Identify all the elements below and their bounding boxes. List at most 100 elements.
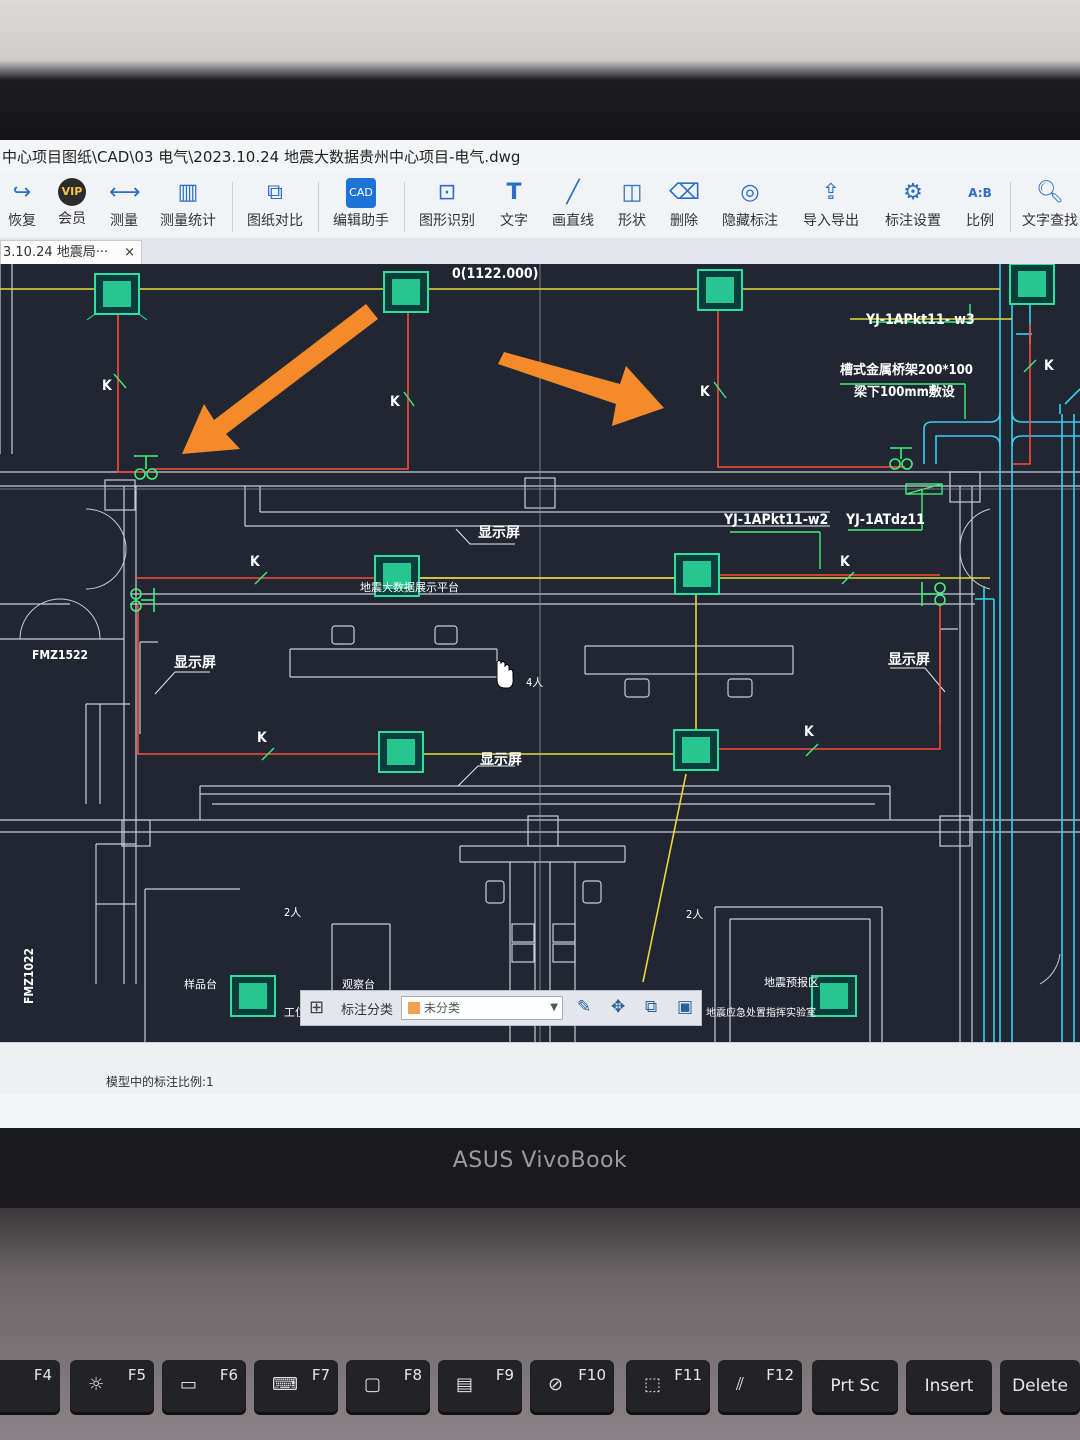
key-f8[interactable]: ▢ F8 xyxy=(346,1360,430,1412)
room-label: 样品台 xyxy=(184,978,217,991)
display-icon: ▭ xyxy=(180,1374,198,1395)
hand-cursor xyxy=(496,660,514,689)
shape-recognize-button[interactable]: ⊡ 图形识别 xyxy=(416,178,478,230)
compare-button[interactable]: ⧉ 图纸对比 xyxy=(244,178,306,230)
shape-icon: ◫ xyxy=(621,180,643,205)
redo-icon: ↪ xyxy=(12,180,32,205)
keyboard-light-icon: ⌨ xyxy=(272,1374,298,1395)
measure-button[interactable]: ⟷ 测量 xyxy=(104,178,144,230)
compare-icon: ⧉ xyxy=(267,180,283,205)
annotation-scale-status: 模型中的标注比例:1 xyxy=(106,1075,214,1089)
key-f4[interactable]: F4 xyxy=(0,1360,60,1412)
display-label: 显示屏 xyxy=(478,525,520,541)
document-tab-bar: 3.10.24 地震局··· × xyxy=(0,238,1080,264)
key-f7[interactable]: ⌨ F7 xyxy=(254,1360,338,1412)
junction-sockets xyxy=(130,447,946,612)
leader-lines xyxy=(730,304,971,569)
key-f9[interactable]: ▤ F9 xyxy=(438,1360,522,1412)
switch-label: K xyxy=(804,724,814,740)
move-icon[interactable]: ✥ xyxy=(611,997,625,1017)
switch-label: K xyxy=(390,394,400,410)
copy-icon[interactable]: ⧉ xyxy=(645,997,657,1017)
orange-arrows xyxy=(182,304,664,454)
switch-label: K xyxy=(250,554,260,570)
key-f10[interactable]: ⊘ F10 xyxy=(530,1360,614,1412)
text-button[interactable]: T 文字 xyxy=(494,178,534,230)
annotation-category-label: 标注分类 xyxy=(341,1003,394,1018)
text-search-button[interactable]: 🔍︎ 文字查找 xyxy=(1020,178,1080,230)
grid-icon[interactable]: ⊞ xyxy=(309,997,324,1018)
toolbar-separator xyxy=(232,182,233,232)
display-label: 显示屏 xyxy=(888,652,930,668)
hide-annotation-button[interactable]: ◎ 隐藏标注 xyxy=(718,178,782,230)
laptop-brand-logo: ASUS VivoBook xyxy=(452,1148,628,1173)
key-f5[interactable]: ☼ F5 xyxy=(70,1360,154,1412)
display-label: 显示屏 xyxy=(174,655,216,671)
key-f11[interactable]: ⬚ F11 xyxy=(626,1360,710,1412)
switch-label: K xyxy=(257,730,267,746)
annotation-settings-button[interactable]: ⚙ 标注设置 xyxy=(880,178,946,230)
cable-label: YJ-1APkt11- w3 xyxy=(866,312,975,328)
vip-icon: VIP xyxy=(58,178,86,206)
camera-off-icon: ⊘ xyxy=(548,1374,564,1395)
door-label: FMZ1022 xyxy=(22,948,36,1004)
tray-spec-label: 槽式金属桥架200*100 xyxy=(840,363,973,378)
measure-stats-icon: ▥ xyxy=(177,180,199,205)
toolbar-separator xyxy=(404,182,405,232)
key-f12[interactable]: ⫽ F12 xyxy=(718,1360,802,1412)
vip-button[interactable]: VIP 会员 xyxy=(54,178,90,228)
switch-label: K xyxy=(700,384,710,400)
annotation-settings-icon: ⚙ xyxy=(903,180,923,205)
edit-assistant-button[interactable]: CAD 编辑助手 xyxy=(330,178,392,230)
coordinate-readout: 0(1122.000) xyxy=(452,266,539,282)
annotation-category-bar: ⊞ 标注分类 未分类 ▼ ✎ ✥ ⧉ ▣ xyxy=(300,990,702,1026)
text-icon: T xyxy=(506,180,522,205)
window-title: 中心项目图纸\CAD\03 电气\2023.10.24 地震大数据贵州中心项目-… xyxy=(0,140,1080,174)
cad-application-window: 中心项目图纸\CAD\03 电气\2023.10.24 地震大数据贵州中心项目-… xyxy=(0,140,1080,1130)
close-icon[interactable]: × xyxy=(124,241,135,265)
delete-button[interactable]: ⌫ 删除 xyxy=(664,178,704,230)
key-insert[interactable]: Insert xyxy=(906,1360,992,1412)
screenshot-icon: ⬚ xyxy=(644,1374,662,1395)
status-bar: 模型中的标注比例:1 xyxy=(0,1042,1080,1095)
screen-bottom-edge xyxy=(0,1094,1080,1130)
draw-line-button[interactable]: ╱ 画直线 xyxy=(548,178,598,230)
measure-stats-button[interactable]: ▥ 测量统计 xyxy=(158,178,218,230)
scale-icon: A:B xyxy=(968,186,992,200)
cad-edit-icon: CAD xyxy=(346,178,376,208)
switch-label: K xyxy=(840,554,850,570)
switch-label: K xyxy=(1044,358,1054,374)
key-prtsc[interactable]: Prt Sc xyxy=(812,1360,898,1412)
eraser-icon: ⌫ xyxy=(669,180,701,205)
display-label: 显示屏 xyxy=(480,752,522,768)
text-search-icon: 🔍︎ xyxy=(1036,180,1064,205)
cable-label: YJ-1ATdz11 xyxy=(846,512,925,528)
key-delete[interactable]: Delete xyxy=(1000,1360,1080,1412)
annotation-leaders xyxy=(154,528,946,787)
laptop-bezel-top xyxy=(0,0,1080,140)
redo-button[interactable]: ↪ 恢复 xyxy=(4,178,40,230)
shape-button[interactable]: ◫ 形状 xyxy=(612,178,652,230)
drawing-canvas[interactable]: 0(1122.000) YJ-1APkt11- w3 槽式金属桥架200*100… xyxy=(0,264,1080,1042)
room-label: 地震应急处置指挥实验室 xyxy=(706,1008,816,1019)
tray-install-label: 梁下100mm敷设 xyxy=(854,385,955,400)
projector-icon: ▢ xyxy=(364,1374,382,1395)
import-export-button[interactable]: ⇪ 导入导出 xyxy=(798,178,864,230)
key-f6[interactable]: ▭ F6 xyxy=(162,1360,246,1412)
measure-icon: ⟷ xyxy=(109,180,141,205)
door-label: FMZ1522 xyxy=(32,648,88,662)
hide-icon: ◎ xyxy=(740,180,760,205)
category-color-swatch xyxy=(408,1002,420,1014)
import-export-icon: ⇪ xyxy=(821,180,841,205)
occupancy-label: 2人 xyxy=(686,908,704,921)
paste-icon[interactable]: ▣ xyxy=(677,997,693,1017)
scale-button[interactable]: A:B 比例 xyxy=(960,178,1000,230)
toolbar-separator xyxy=(318,182,319,232)
annotation-category-select[interactable]: 未分类 ▼ xyxy=(401,996,563,1020)
cable-label: YJ-1APkt11-w2 xyxy=(724,512,829,528)
ribbon-toolbar: ↪ 恢复 VIP 会员 ⟷ 测量 ▥ 测量统计 ⧉ 图纸对比 CAD 编辑助手 … xyxy=(0,174,1080,239)
document-tab[interactable]: 3.10.24 地震局··· × xyxy=(0,240,142,264)
toolbar-separator xyxy=(1010,182,1011,232)
touchpad-icon: ▤ xyxy=(456,1374,474,1395)
edit-icon[interactable]: ✎ xyxy=(577,997,591,1017)
